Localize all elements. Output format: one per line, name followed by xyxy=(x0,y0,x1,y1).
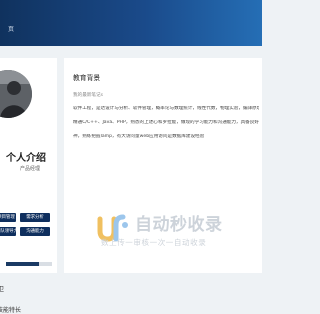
skill-tag[interactable]: 需求分析 xyxy=(20,213,50,222)
skills-title: 技能特长 xyxy=(0,307,22,314)
skill-tag[interactable]: 项目管理 xyxy=(0,213,16,222)
profile-card: 个人介绍 产品经理 项目管理 需求分析 团队领导力 沟通能力 卫 技能特长 xyxy=(0,58,57,314)
skill-tag[interactable]: 沟通能力 xyxy=(20,227,50,236)
section-heading: 教育背景 xyxy=(73,74,101,82)
avatar xyxy=(0,70,32,118)
profile-name: 个人介绍 xyxy=(6,153,46,164)
paragraph-line: 精通C/C++、Java、PHP，熟悉的上述心和罗拉能，做现的学习能力和沟通能力… xyxy=(73,120,259,125)
skill-tag[interactable]: 团队领导力 xyxy=(0,227,16,236)
watermark-subtitle: 数上传一审核一次一自动收录 xyxy=(101,238,207,247)
skill-progress-fill xyxy=(6,262,40,266)
section-label: 卫 xyxy=(0,286,5,293)
top-header-bar: 页 xyxy=(0,0,262,46)
paragraph-line: 神，熟练把握lamp，有大访问量web应用访问是数据库建设经验 xyxy=(73,134,205,139)
profile-role: 产品经理 xyxy=(20,166,41,172)
watermark-title: 自动秒收录 xyxy=(135,215,223,235)
section-subheading: 我的最新笔记s xyxy=(73,93,103,98)
paragraph-line: 软件工程，是达设计与分析、软件管理，概率论与数理统计，线性代数，物理实验，编译原… xyxy=(73,106,259,111)
skill-progress-bar xyxy=(6,262,52,266)
brand-text: 页 xyxy=(8,26,15,33)
